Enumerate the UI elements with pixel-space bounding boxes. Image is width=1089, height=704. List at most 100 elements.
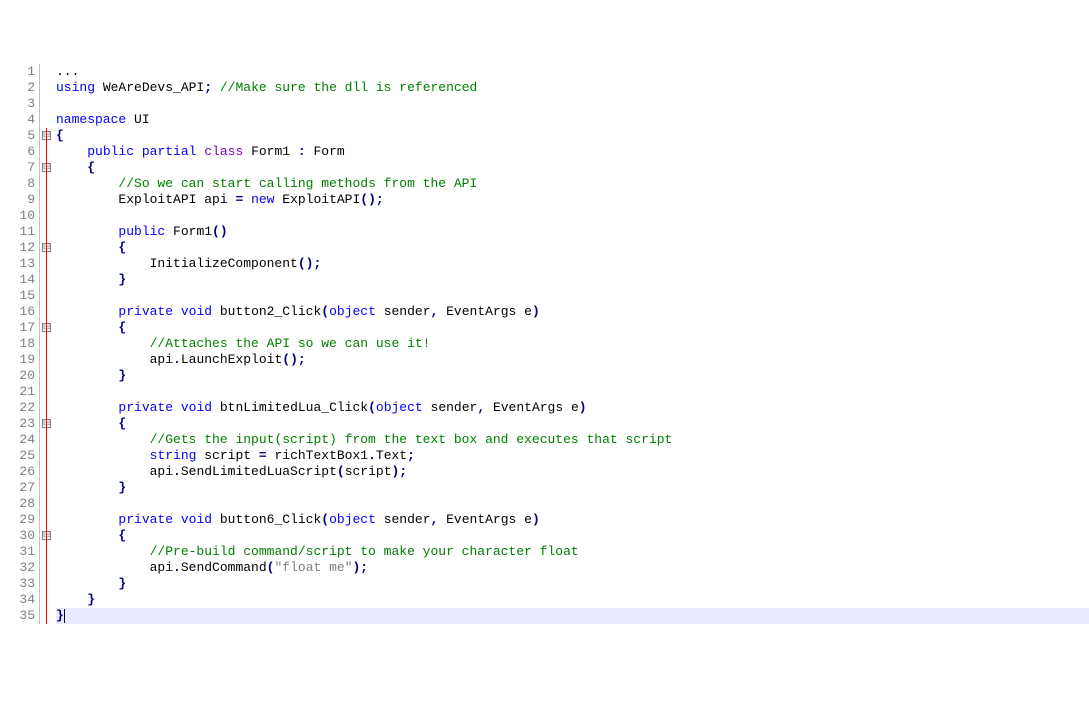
token-cmt: //So we can start calling methods from t… [118, 176, 477, 191]
code-line[interactable]: private void btnLimitedLua_Click(object … [56, 400, 1089, 416]
token-pun: (); [282, 352, 305, 367]
token-kw: public [87, 144, 134, 159]
token-txt [56, 416, 118, 431]
token-txt: InitializeComponent [56, 256, 298, 271]
line-number: 33 [0, 576, 35, 592]
code-line[interactable] [56, 96, 1089, 112]
token-pun: ); [392, 464, 408, 479]
line-number: 12 [0, 240, 35, 256]
code-line[interactable]: { [56, 528, 1089, 544]
code-line[interactable]: } [56, 480, 1089, 496]
token-pun: } [56, 608, 64, 623]
token-pun: } [118, 368, 126, 383]
token-txt: sender [423, 400, 478, 415]
token-kw: public [118, 224, 165, 239]
line-number: 1 [0, 64, 35, 80]
code-line[interactable]: } [56, 368, 1089, 384]
token-txt [173, 400, 181, 415]
code-line[interactable]: api.SendCommand("float me"); [56, 560, 1089, 576]
code-line[interactable]: { [56, 160, 1089, 176]
token-txt [134, 144, 142, 159]
token-kw: private [118, 400, 173, 415]
code-line[interactable]: //Pre-build command/script to make your … [56, 544, 1089, 560]
code-line[interactable]: string script = richTextBox1.Text; [56, 448, 1089, 464]
fold-margin[interactable]: ⊟⊟⊟⊟⊟⊟ [40, 64, 54, 624]
code-line[interactable]: public partial class Form1 : Form [56, 144, 1089, 160]
token-kw: private [118, 304, 173, 319]
code-line[interactable]: { [56, 128, 1089, 144]
token-txt [173, 512, 181, 527]
token-txt: ExploitAPI api [56, 192, 235, 207]
token-txt: btnLimitedLua_Click [212, 400, 368, 415]
line-number: 29 [0, 512, 35, 528]
token-txt [56, 224, 118, 239]
line-number: 32 [0, 560, 35, 576]
token-txt [56, 272, 118, 287]
token-txt: LaunchExploit [181, 352, 282, 367]
token-txt [56, 240, 118, 255]
token-txt: ... [56, 64, 79, 79]
code-line[interactable]: ExploitAPI api = new ExploitAPI(); [56, 192, 1089, 208]
token-cmt: //Make sure the dll is referenced [220, 80, 477, 95]
line-number: 25 [0, 448, 35, 464]
line-number: 13 [0, 256, 35, 272]
token-pun: { [118, 416, 126, 431]
line-number: 22 [0, 400, 35, 416]
line-number: 18 [0, 336, 35, 352]
code-editor[interactable]: 1234567891011121314151617181920212223242… [0, 64, 1089, 624]
code-line[interactable]: ... [56, 64, 1089, 80]
code-line[interactable]: { [56, 320, 1089, 336]
line-number: 9 [0, 192, 35, 208]
code-line[interactable] [56, 288, 1089, 304]
token-txt: Form [306, 144, 345, 159]
token-txt [56, 528, 118, 543]
token-txt: Text [376, 448, 407, 463]
code-line[interactable]: } [56, 608, 1089, 624]
token-kw: void [181, 512, 212, 527]
token-txt: sender [376, 304, 431, 319]
token-txt: SendCommand [181, 560, 267, 575]
token-kw: private [118, 512, 173, 527]
code-area[interactable]: ...using WeAreDevs_API; //Make sure the … [54, 64, 1089, 624]
line-number: 10 [0, 208, 35, 224]
code-line[interactable] [56, 496, 1089, 512]
code-line[interactable]: InitializeComponent(); [56, 256, 1089, 272]
token-pun: ( [337, 464, 345, 479]
token-txt: script [196, 448, 258, 463]
code-line[interactable]: //So we can start calling methods from t… [56, 176, 1089, 192]
code-line[interactable]: } [56, 592, 1089, 608]
code-line[interactable]: api.LaunchExploit(); [56, 352, 1089, 368]
code-line[interactable]: //Gets the input(script) from the text b… [56, 432, 1089, 448]
code-line[interactable]: using WeAreDevs_API; //Make sure the dll… [56, 80, 1089, 96]
token-kw: void [181, 304, 212, 319]
line-number: 16 [0, 304, 35, 320]
line-number: 27 [0, 480, 35, 496]
code-line[interactable]: } [56, 272, 1089, 288]
line-number: 21 [0, 384, 35, 400]
token-txt [56, 304, 118, 319]
code-line[interactable]: private void button2_Click(object sender… [56, 304, 1089, 320]
code-line[interactable]: public Form1() [56, 224, 1089, 240]
token-str: "float me" [274, 560, 352, 575]
token-pun: { [87, 160, 95, 175]
line-number: 8 [0, 176, 35, 192]
token-pun: () [212, 224, 228, 239]
token-kw: namespace [56, 112, 126, 127]
token-pun: { [118, 528, 126, 543]
code-line[interactable]: { [56, 416, 1089, 432]
code-line[interactable]: { [56, 240, 1089, 256]
code-line[interactable]: api.SendLimitedLuaScript(script); [56, 464, 1089, 480]
code-line[interactable]: //Attaches the API so we can use it! [56, 336, 1089, 352]
code-line[interactable]: } [56, 576, 1089, 592]
token-kw: string [150, 448, 197, 463]
code-line[interactable]: namespace UI [56, 112, 1089, 128]
code-line[interactable] [56, 384, 1089, 400]
token-pun: . [173, 560, 181, 575]
code-line[interactable] [56, 208, 1089, 224]
fold-guide-line [46, 128, 47, 624]
token-pun: . [173, 464, 181, 479]
code-line[interactable]: private void button6_Click(object sender… [56, 512, 1089, 528]
token-txt [212, 80, 220, 95]
token-kw: new [251, 192, 274, 207]
token-pun: } [118, 480, 126, 495]
